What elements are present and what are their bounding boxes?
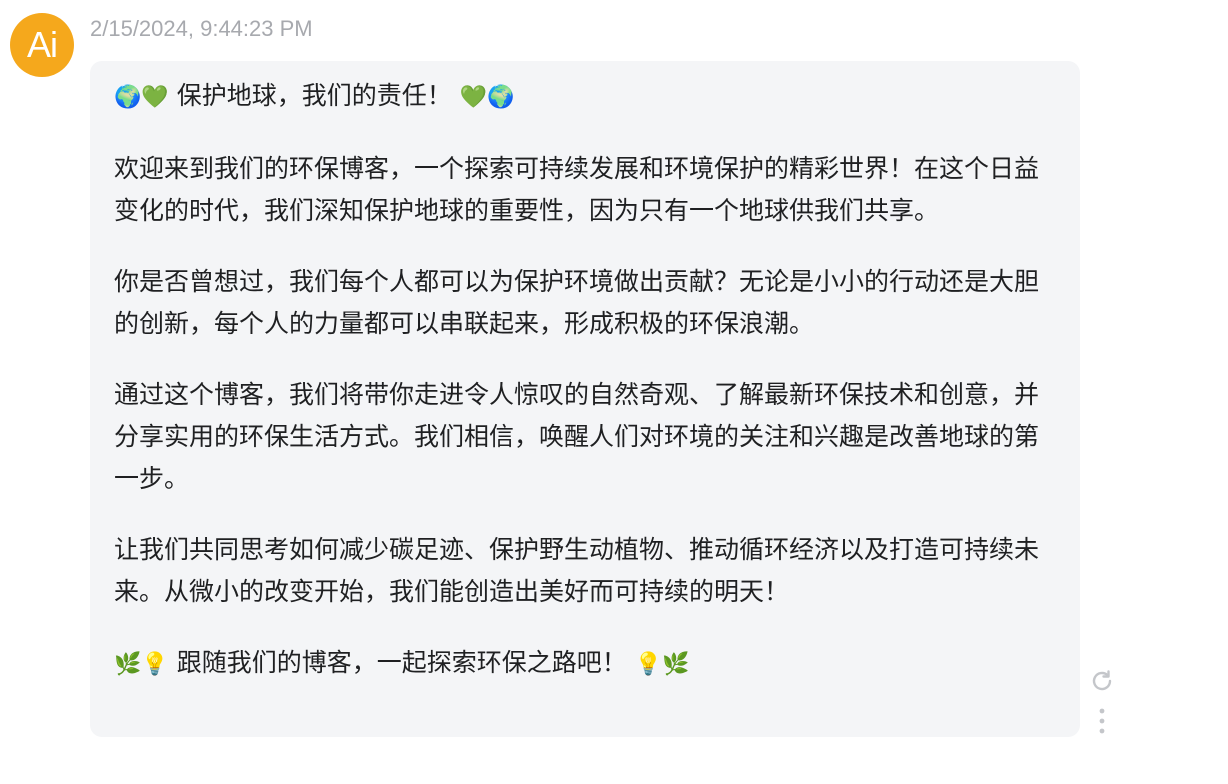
refresh-icon[interactable] xyxy=(1089,668,1115,694)
avatar: Ai xyxy=(10,13,74,77)
heart-globe-icon: 💚🌍 xyxy=(459,85,515,110)
message-paragraph-4: 让我们共同思考如何减少碳足迹、保护野生动植物、推动循环经济以及打造可持续未来。从… xyxy=(114,535,1040,606)
more-vertical-icon[interactable] xyxy=(1089,706,1115,736)
globe-heart-icon: 🌍💚 xyxy=(114,85,169,110)
chat-message-row: Ai 2/15/2024, 9:44:23 PM 🌍💚 保护地球，我们的责任！ … xyxy=(0,0,1228,784)
leaf-bulb-icon: 🌿💡 xyxy=(114,652,169,677)
message-closing: 🌿💡 跟随我们的博客，一起探索环保之路吧！ 💡🌿 xyxy=(114,642,1040,686)
message-timestamp: 2/15/2024, 9:44:23 PM xyxy=(90,16,313,41)
bulb-leaf-icon: 💡🌿 xyxy=(634,652,690,677)
message-paragraph-2: 你是否曾想过，我们每个人都可以为保护环境做出贡献？无论是小小的行动还是大胆的创新… xyxy=(114,267,1040,338)
message-title: 🌍💚 保护地球，我们的责任！ 💚🌍 xyxy=(114,75,1040,119)
message-actions xyxy=(1089,668,1115,736)
message-paragraph-3: 通过这个博客，我们将带你走进令人惊叹的自然奇观、了解最新环保技术和创意，并分享实… xyxy=(114,380,1040,493)
closing-text: 跟随我们的博客，一起探索环保之路吧！ xyxy=(176,648,627,677)
message-paragraph-1: 欢迎来到我们的环保博客，一个探索可持续发展和环境保护的精彩世界！在这个日益变化的… xyxy=(114,154,1040,225)
message-bubble: 🌍💚 保护地球，我们的责任！ 💚🌍 欢迎来到我们的环保博客，一个探索可持续发展和… xyxy=(90,61,1080,737)
title-text: 保护地球，我们的责任！ xyxy=(176,81,452,110)
